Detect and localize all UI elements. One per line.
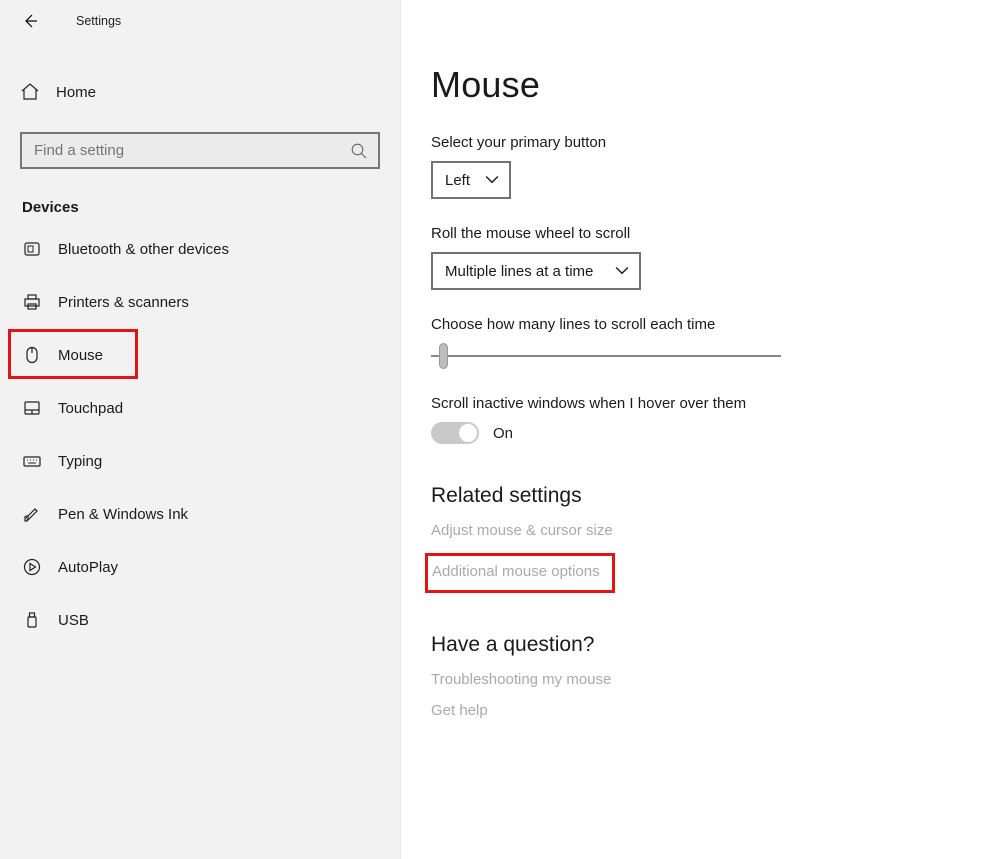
link-additional-options[interactable]: Additional mouse options xyxy=(432,563,600,580)
chevron-down-icon xyxy=(615,264,629,278)
page-title: Mouse xyxy=(431,64,993,106)
slider-track xyxy=(431,355,781,358)
nav-list: Bluetooth & other devices Printers & scan… xyxy=(0,226,400,643)
mouse-icon xyxy=(22,345,58,365)
link-troubleshoot[interactable]: Troubleshooting my mouse xyxy=(431,671,611,688)
link-get-help[interactable]: Get help xyxy=(431,702,488,719)
search-box[interactable] xyxy=(20,132,380,169)
touchpad-icon xyxy=(22,398,58,418)
chevron-down-icon xyxy=(485,173,499,187)
sidebar-item-printers[interactable]: Printers & scanners xyxy=(0,279,400,325)
bluetooth-icon xyxy=(22,239,58,259)
arrow-left-icon xyxy=(22,13,38,29)
hover-scroll-state: On xyxy=(493,425,513,442)
primary-button-label: Select your primary button xyxy=(431,134,993,151)
related-settings-heading: Related settings xyxy=(431,484,993,508)
annotation-highlight: Additional mouse options xyxy=(425,553,615,593)
lines-slider[interactable] xyxy=(431,343,781,369)
link-adjust-size[interactable]: Adjust mouse & cursor size xyxy=(431,522,613,539)
back-button[interactable] xyxy=(12,3,48,39)
sidebar-item-label: Printers & scanners xyxy=(58,294,189,311)
scroll-mode-value: Multiple lines at a time xyxy=(445,263,593,280)
sidebar-item-label: USB xyxy=(58,612,89,629)
scroll-mode-dropdown[interactable]: Multiple lines at a time xyxy=(431,252,641,290)
autoplay-icon xyxy=(22,557,58,577)
usb-icon xyxy=(22,610,58,630)
primary-button-dropdown[interactable]: Left xyxy=(431,161,511,199)
sidebar-item-bluetooth[interactable]: Bluetooth & other devices xyxy=(0,226,400,272)
sidebar-item-usb[interactable]: USB xyxy=(0,597,400,643)
sidebar-item-label: Bluetooth & other devices xyxy=(58,241,229,258)
sidebar-item-label: AutoPlay xyxy=(58,559,118,576)
primary-button-value: Left xyxy=(445,172,470,189)
sidebar-item-pen[interactable]: Pen & Windows Ink xyxy=(0,491,400,537)
main-content: Mouse Select your primary button Left Ro… xyxy=(401,0,993,859)
sidebar-item-autoplay[interactable]: AutoPlay xyxy=(0,544,400,590)
question-heading: Have a question? xyxy=(431,633,993,657)
typing-icon xyxy=(22,451,58,471)
pen-icon xyxy=(22,504,58,524)
sidebar-item-label: Typing xyxy=(58,453,102,470)
app-title: Settings xyxy=(76,14,121,28)
slider-thumb[interactable] xyxy=(439,343,448,369)
search-icon xyxy=(350,142,368,160)
titlebar: Settings xyxy=(0,0,400,42)
sidebar-item-label: Pen & Windows Ink xyxy=(58,506,188,523)
scroll-mode-label: Roll the mouse wheel to scroll xyxy=(431,225,993,242)
lines-label: Choose how many lines to scroll each tim… xyxy=(431,316,993,333)
toggle-knob xyxy=(459,424,477,442)
home-icon xyxy=(20,82,40,102)
nav-home[interactable]: Home xyxy=(0,70,400,114)
search-input[interactable] xyxy=(32,141,350,160)
sidebar-item-typing[interactable]: Typing xyxy=(0,438,400,484)
sidebar-item-mouse[interactable]: Mouse xyxy=(0,332,400,378)
sidebar-item-label: Mouse xyxy=(58,347,103,364)
nav-home-label: Home xyxy=(56,84,96,101)
sidebar-item-label: Touchpad xyxy=(58,400,123,417)
category-header: Devices xyxy=(22,199,378,216)
sidebar: Settings Home Devices Bluetooth & other … xyxy=(0,0,401,859)
hover-scroll-label: Scroll inactive windows when I hover ove… xyxy=(431,395,993,412)
hover-scroll-toggle[interactable] xyxy=(431,422,479,444)
sidebar-item-touchpad[interactable]: Touchpad xyxy=(0,385,400,431)
printers-icon xyxy=(22,292,58,312)
